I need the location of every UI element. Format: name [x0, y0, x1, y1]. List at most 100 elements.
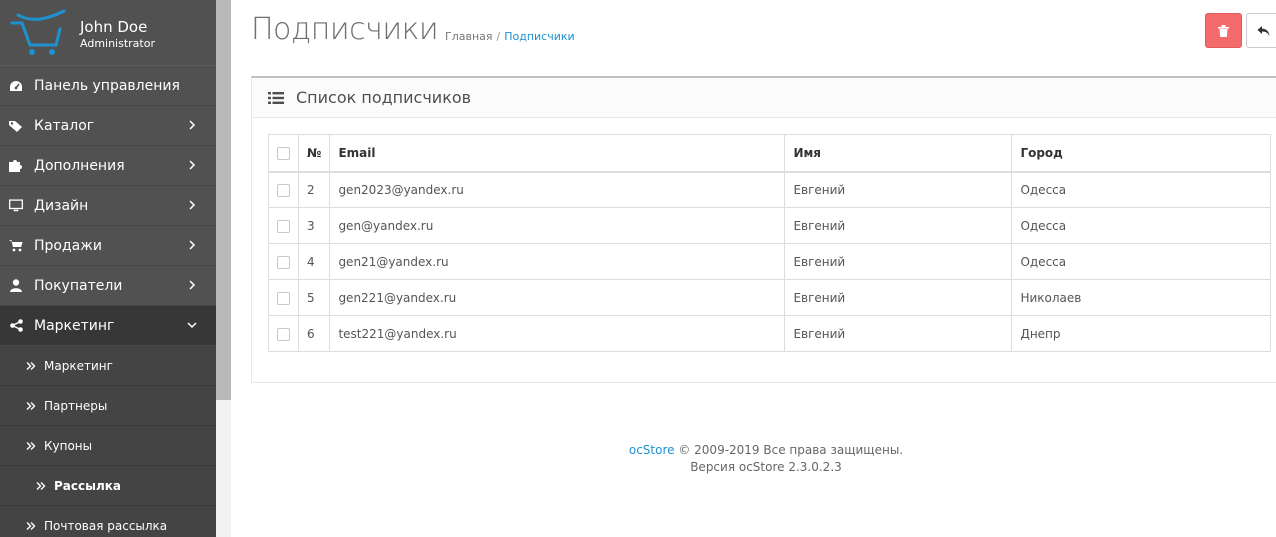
cell-number: 5 — [297, 279, 331, 316]
chevron-right-icon — [189, 120, 196, 130]
row-checkbox[interactable] — [277, 327, 290, 341]
cell-city: Днепр — [1011, 315, 1271, 352]
submenu-item-label: Купоны — [44, 438, 93, 453]
row-select-cell — [268, 207, 299, 244]
table-row[interactable]: 2 gen2023@yandex.ru Евгений Одесса — [268, 171, 1271, 208]
cell-email: gen221@yandex.ru — [329, 279, 786, 316]
user-icon — [9, 279, 23, 293]
row-checkbox[interactable] — [277, 219, 290, 233]
tags-icon — [9, 119, 23, 133]
cell-email: gen2023@yandex.ru — [329, 171, 786, 208]
submenu-item-4[interactable]: Почтовая рассылка — [0, 506, 216, 537]
list-icon — [268, 91, 284, 104]
submenu-item-label: Рассылка — [54, 478, 122, 493]
chevron-right-icon — [189, 240, 196, 250]
sidebar-item-label: Покупатели — [34, 277, 123, 294]
submenu-item-3[interactable]: Рассылка — [0, 466, 216, 506]
puzzle-icon — [9, 159, 23, 173]
footer-copyright: © 2009-2019 Все права защищены. — [678, 443, 904, 457]
sidebar: John Doe Administrator Панель управления… — [0, 0, 216, 537]
delete-button[interactable] — [1205, 13, 1242, 48]
row-checkbox[interactable] — [277, 255, 290, 269]
select-all-checkbox[interactable] — [277, 146, 290, 160]
panel-title: Список подписчиков — [296, 88, 472, 107]
user-role: Administrator — [80, 37, 155, 50]
column-header-number[interactable]: № — [297, 134, 331, 173]
chevron-right-icon — [189, 160, 196, 170]
breadcrumb-home[interactable]: Главная — [445, 30, 493, 43]
user-profile[interactable]: John Doe Administrator — [0, 0, 216, 66]
table-row[interactable]: 5 gen221@yandex.ru Евгений Николаев — [268, 279, 1271, 316]
chevron-right-icon — [189, 200, 196, 210]
submenu-item-1[interactable]: Партнеры — [0, 386, 216, 426]
cell-name: Евгений — [784, 315, 1013, 352]
submenu-item-label: Маркетинг — [44, 358, 113, 373]
column-header-name[interactable]: Имя — [784, 134, 1013, 173]
cell-city: Одесса — [1011, 243, 1271, 280]
back-button[interactable] — [1246, 13, 1276, 48]
table-header-row: № Email Имя Город — [268, 134, 1271, 173]
table-row[interactable]: 4 gen21@yandex.ru Евгений Одесса — [268, 243, 1271, 280]
double-chevron-icon — [26, 441, 36, 450]
cell-email: gen21@yandex.ru — [329, 243, 786, 280]
cell-name: Евгений — [784, 279, 1013, 316]
row-checkbox[interactable] — [277, 291, 290, 305]
cell-city: Одесса — [1011, 207, 1271, 244]
row-checkbox[interactable] — [277, 183, 290, 197]
cell-city: Одесса — [1011, 171, 1271, 208]
sidebar-item-1[interactable]: Каталог — [0, 106, 216, 146]
sidebar-item-label: Дизайн — [34, 197, 89, 214]
subscribers-table: № Email Имя Город 2 gen2023@yandex.ru Евге… — [268, 134, 1271, 352]
sidebar-item-5[interactable]: Покупатели — [0, 266, 216, 306]
chevron-down-icon — [187, 322, 197, 329]
row-select-cell — [268, 171, 299, 208]
cell-number: 4 — [297, 243, 331, 280]
sidebar-item-4[interactable]: Продажи — [0, 226, 216, 266]
table-row[interactable]: 3 gen@yandex.ru Евгений Одесса — [268, 207, 1271, 244]
table-row[interactable]: 6 test221@yandex.ru Евгений Днепр — [268, 315, 1271, 352]
submenu-item-label: Партнеры — [44, 398, 108, 413]
user-name: John Doe — [80, 18, 148, 36]
sidebar-item-label: Маркетинг — [34, 317, 115, 334]
sidebar-item-label: Продажи — [34, 237, 102, 254]
scrollbar-track-lower — [216, 400, 231, 537]
double-chevron-icon — [36, 481, 46, 490]
monitor-icon — [9, 199, 23, 213]
row-select-cell — [268, 243, 299, 280]
cell-number: 2 — [297, 171, 331, 208]
submenu-item-0[interactable]: Маркетинг — [0, 346, 216, 386]
sidebar-item-6[interactable]: Маркетинг — [0, 306, 216, 346]
breadcrumb-current[interactable]: Подписчики — [504, 30, 574, 43]
breadcrumb: Главная / Подписчики — [445, 30, 575, 43]
logo-icon — [10, 9, 66, 55]
footer: ocStore © 2009-2019 Все права защищены. … — [251, 442, 1276, 476]
column-header-city[interactable]: Город — [1011, 134, 1271, 173]
cart-icon — [9, 239, 23, 253]
double-chevron-icon — [26, 401, 36, 410]
double-chevron-icon — [26, 361, 36, 370]
dashboard-icon — [9, 79, 23, 93]
select-all-cell — [268, 134, 299, 173]
submenu-item-label: Почтовая рассылка — [44, 518, 168, 533]
sidebar-item-0[interactable]: Панель управления — [0, 66, 216, 106]
sidebar-item-3[interactable]: Дизайн — [0, 186, 216, 226]
reply-icon — [1257, 25, 1270, 36]
cell-number: 6 — [297, 315, 331, 352]
sidebar-item-2[interactable]: Дополнения — [0, 146, 216, 186]
cell-email: test221@yandex.ru — [329, 315, 786, 352]
scrollbar-track[interactable] — [216, 0, 231, 400]
share-icon — [9, 319, 23, 333]
cell-city: Николаев — [1011, 279, 1271, 316]
cell-name: Евгений — [784, 207, 1013, 244]
footer-version: Версия ocStore 2.3.0.2.3 — [690, 460, 842, 474]
main-menu: Панель управления Каталог Дополнения Дизайн… — [0, 66, 216, 346]
cell-name: Евгений — [784, 171, 1013, 208]
column-header-email[interactable]: Email — [329, 134, 786, 173]
subscribers-panel: Список подписчиков № Email Имя Город 2 ge… — [251, 76, 1276, 383]
submenu-item-2[interactable]: Купоны — [0, 426, 216, 466]
panel-heading: Список подписчиков — [252, 78, 1276, 118]
sidebar-item-label: Панель управления — [34, 77, 180, 94]
cell-name: Евгений — [784, 243, 1013, 280]
marketing-submenu: Маркетинг Партнеры Купоны Рассылка Почтовая … — [0, 346, 216, 537]
footer-brand-link[interactable]: ocStore — [629, 443, 675, 457]
